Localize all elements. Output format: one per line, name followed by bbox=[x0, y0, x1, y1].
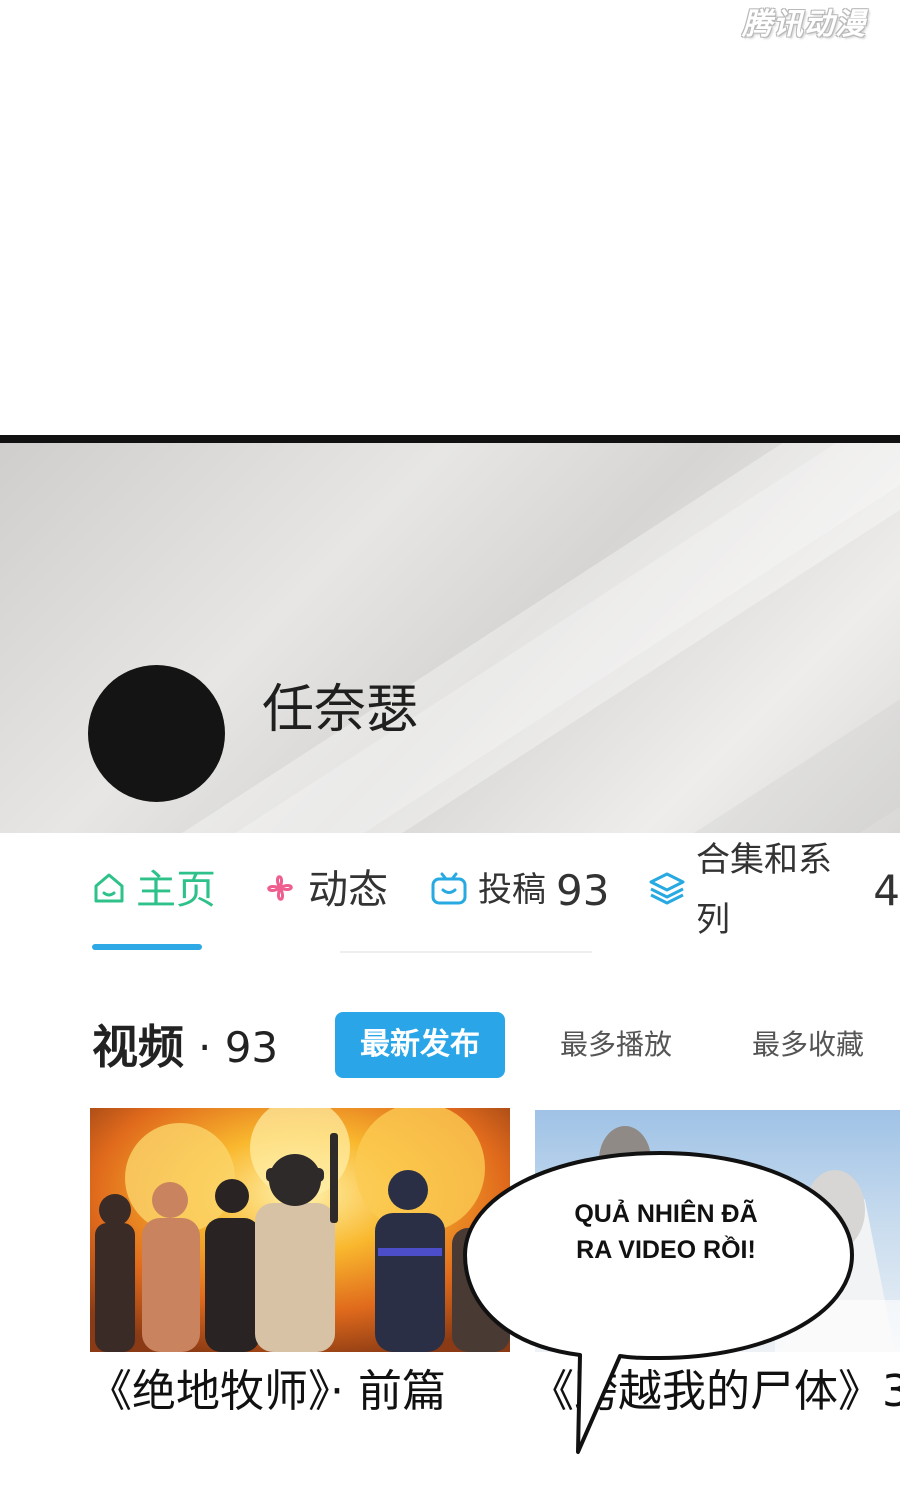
videos-count: · 93 bbox=[198, 1023, 279, 1072]
home-icon bbox=[92, 871, 126, 909]
tab-collections-label: 合集和系列 bbox=[696, 840, 832, 940]
panel-border bbox=[0, 435, 900, 443]
videos-title: 视频 bbox=[92, 1020, 184, 1074]
tencent-comic-watermark: 腾讯动漫 bbox=[742, 7, 866, 42]
profile-username: 任奈瑟 bbox=[262, 680, 419, 740]
sort-most-played-button[interactable]: 最多播放 bbox=[560, 1012, 672, 1078]
tab-divider bbox=[340, 951, 592, 953]
video-thumbnail-1[interactable] bbox=[90, 1108, 510, 1352]
tab-dynamic[interactable]: 动态 bbox=[262, 858, 388, 922]
tab-home-label: 主页 bbox=[136, 867, 216, 913]
tab-dynamic-label: 动态 bbox=[308, 867, 388, 913]
tab-home[interactable]: 主页 bbox=[92, 858, 216, 922]
tab-posts-count: 93 bbox=[556, 865, 610, 915]
active-tab-indicator bbox=[92, 944, 202, 950]
tv-icon bbox=[430, 870, 468, 910]
speech-bubble bbox=[463, 1151, 854, 1454]
layers-icon bbox=[648, 870, 686, 910]
speech-bubble-line-1: QUẢ NHIÊN ĐÃ bbox=[574, 1200, 758, 1228]
tab-posts-label: 投稿 bbox=[478, 870, 546, 910]
tab-posts[interactable]: 投稿 93 bbox=[430, 858, 609, 922]
tab-collections[interactable]: 合集和系列 4 bbox=[648, 840, 900, 940]
avatar[interactable] bbox=[88, 665, 225, 802]
pinwheel-icon bbox=[262, 870, 298, 910]
sort-latest-button[interactable]: 最新发布 bbox=[335, 1012, 505, 1078]
speech-bubble-line-2: RA VIDEO RỒI! bbox=[576, 1236, 756, 1264]
sort-most-favorited-button[interactable]: 最多收藏 bbox=[752, 1012, 864, 1078]
speech-bubble-text: QUẢ NHIÊN ĐÃ RA VIDEO RỒI! bbox=[548, 1196, 784, 1268]
video-title-1[interactable]: 《绝地牧师》· 前篇 bbox=[88, 1360, 446, 1424]
tab-collections-count: 4 bbox=[873, 865, 900, 915]
